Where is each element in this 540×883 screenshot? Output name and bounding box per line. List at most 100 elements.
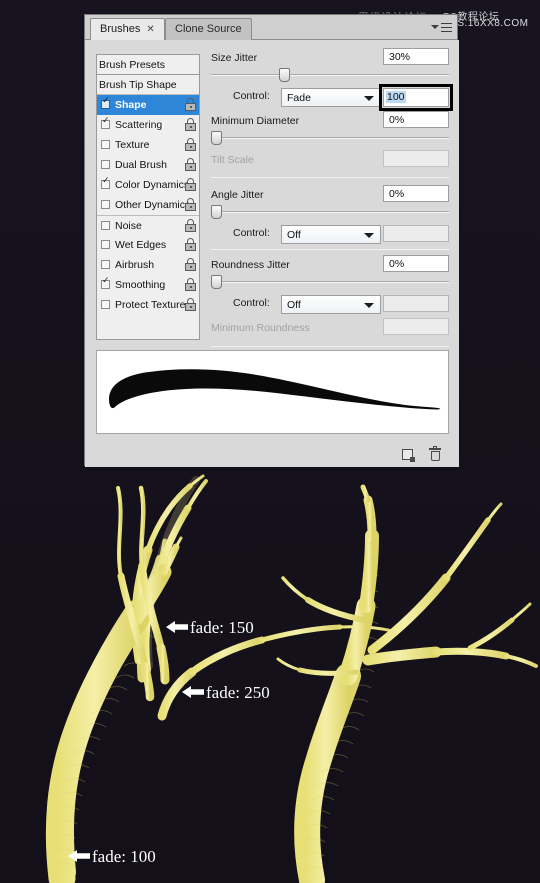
slider-track <box>211 211 449 213</box>
checkbox[interactable] <box>101 176 110 189</box>
lock-icon[interactable] <box>185 238 196 251</box>
slider-thumb[interactable] <box>211 275 222 289</box>
trash-icon[interactable] <box>429 446 441 462</box>
angle-control-extra[interactable] <box>383 225 449 242</box>
checkbox[interactable] <box>101 160 110 169</box>
lock-icon[interactable] <box>185 258 196 271</box>
brush-option-label: Brush Tip Shape <box>99 79 177 91</box>
brush-option-brush-tip-shape[interactable]: Brush Tip Shape <box>97 75 199 95</box>
brush-option-label: Texture <box>115 139 150 151</box>
panel-menu-icon[interactable] <box>431 20 453 36</box>
roundness-jitter-value[interactable]: 0% <box>383 255 449 272</box>
tab-brushes-label: Brushes <box>100 23 141 35</box>
resize-grip[interactable] <box>446 454 456 464</box>
brush-option-scattering[interactable]: Scattering <box>97 115 199 135</box>
left-arrow-icon <box>182 684 204 704</box>
checkbox[interactable] <box>101 276 110 289</box>
tilt-scale-value <box>383 150 449 167</box>
brush-option-smoothing[interactable]: Smoothing <box>97 275 199 295</box>
tab-clone-source-label: Clone Source <box>175 23 242 35</box>
lock-icon[interactable] <box>185 219 196 232</box>
brush-option-label: Protect Texture <box>115 299 186 311</box>
size-jitter-slider[interactable] <box>211 68 449 82</box>
angle-jitter-row: Angle Jitter 0% <box>211 185 449 202</box>
brush-option-label: Color Dynamics <box>115 179 190 191</box>
checkbox[interactable] <box>101 221 110 230</box>
tab-brushes[interactable]: Brushes ✕ <box>90 18 165 40</box>
brush-option-texture[interactable]: Texture <box>97 135 199 155</box>
checkbox[interactable] <box>101 96 110 109</box>
angle-control-value: Off <box>287 229 301 241</box>
size-control-select[interactable]: Fade <box>281 88 381 107</box>
brush-options-list[interactable]: Brush Presets Brush Tip Shape Shape Dynami… <box>96 54 200 340</box>
slider-track <box>211 74 449 76</box>
brush-option-noise[interactable]: Noise <box>97 215 199 235</box>
panel-tab-strip: Brushes ✕ Clone Source <box>85 15 457 40</box>
angle-jitter-slider[interactable] <box>211 205 449 219</box>
annotation-label: fade: 150 <box>190 618 254 637</box>
size-control-value: Fade <box>287 92 311 104</box>
fade-amount-field[interactable]: 100 <box>379 84 453 111</box>
slider-thumb[interactable] <box>211 205 222 219</box>
tilt-scale-label: Tilt Scale <box>211 154 254 166</box>
minimum-roundness-row: Minimum Roundness <box>211 318 449 337</box>
lock-icon[interactable] <box>185 138 196 151</box>
tilt-scale-row: Tilt Scale <box>211 150 449 169</box>
brush-option-brush-presets[interactable]: Brush Presets <box>97 55 199 75</box>
divider <box>211 177 449 178</box>
roundness-control-row: Control: Off <box>211 295 449 314</box>
divider <box>211 346 449 347</box>
angle-control-select[interactable]: Off <box>281 225 381 244</box>
size-control-row: Control: Fade 100 <box>211 84 453 111</box>
minimum-diameter-value[interactable]: 0% <box>383 111 449 128</box>
brush-option-other-dynamics[interactable]: Other Dynamics <box>97 195 199 215</box>
checkbox[interactable] <box>101 300 110 309</box>
roundness-jitter-label: Roundness Jitter <box>211 259 290 271</box>
left-arrow-icon <box>68 848 90 868</box>
lock-icon[interactable] <box>185 98 196 111</box>
brush-option-airbrush[interactable]: Airbrush <box>97 255 199 275</box>
checkbox[interactable] <box>101 200 110 209</box>
lock-icon[interactable] <box>185 158 196 171</box>
size-jitter-value[interactable]: 30% <box>383 48 449 65</box>
checkbox[interactable] <box>101 116 110 129</box>
angle-jitter-value[interactable]: 0% <box>383 185 449 202</box>
lock-icon[interactable] <box>185 298 196 311</box>
roundness-control-extra[interactable] <box>383 295 449 312</box>
brush-option-protect-texture[interactable]: Protect Texture <box>97 295 199 315</box>
close-icon[interactable]: ✕ <box>146 24 154 35</box>
minimum-diameter-slider[interactable] <box>211 131 449 145</box>
minimum-roundness-label: Minimum Roundness <box>211 322 310 334</box>
brush-option-label: Airbrush <box>115 259 155 271</box>
lock-icon[interactable] <box>185 118 196 131</box>
lock-icon[interactable] <box>185 178 196 191</box>
hamburger-icon <box>441 23 452 35</box>
roundness-control-select[interactable]: Off <box>281 295 381 314</box>
annotation-fade-250: fade: 250 <box>182 683 270 704</box>
lock-icon[interactable] <box>185 198 196 211</box>
lock-icon[interactable] <box>185 278 196 291</box>
minimum-diameter-label: Minimum Diameter <box>211 115 300 127</box>
annotation-label: fade: 250 <box>206 683 270 702</box>
slider-thumb[interactable] <box>279 68 290 82</box>
brush-option-shape-dynamics[interactable]: Shape Dynamics <box>97 95 199 131</box>
checkbox[interactable] <box>101 140 110 149</box>
roundness-jitter-slider[interactable] <box>211 275 449 289</box>
annotation-fade-100: fade: 100 <box>68 847 156 868</box>
slider-thumb[interactable] <box>211 131 222 145</box>
brush-option-wet-edges[interactable]: Wet Edges <box>97 235 199 255</box>
fade-amount-value: 100 <box>386 91 406 103</box>
checkbox[interactable] <box>101 260 110 269</box>
brush-stroke-preview <box>96 350 449 434</box>
angle-control-row: Control: Off <box>211 225 449 244</box>
checkbox[interactable] <box>101 240 110 249</box>
brush-option-dual-brush[interactable]: Dual Brush <box>97 155 199 175</box>
brush-option-color-dynamics[interactable]: Color Dynamics <box>97 175 199 195</box>
brush-option-label: Brush Presets <box>99 59 165 71</box>
brush-option-label: Scattering <box>115 119 163 131</box>
annotation-fade-150: fade: 150 <box>166 618 254 639</box>
new-brush-icon[interactable] <box>402 449 415 462</box>
tab-clone-source[interactable]: Clone Source <box>165 18 252 40</box>
shape-dynamics-controls: Size Jitter 30% Control: Fade 100 Minimu… <box>211 48 453 366</box>
chevron-down-icon <box>364 96 374 101</box>
